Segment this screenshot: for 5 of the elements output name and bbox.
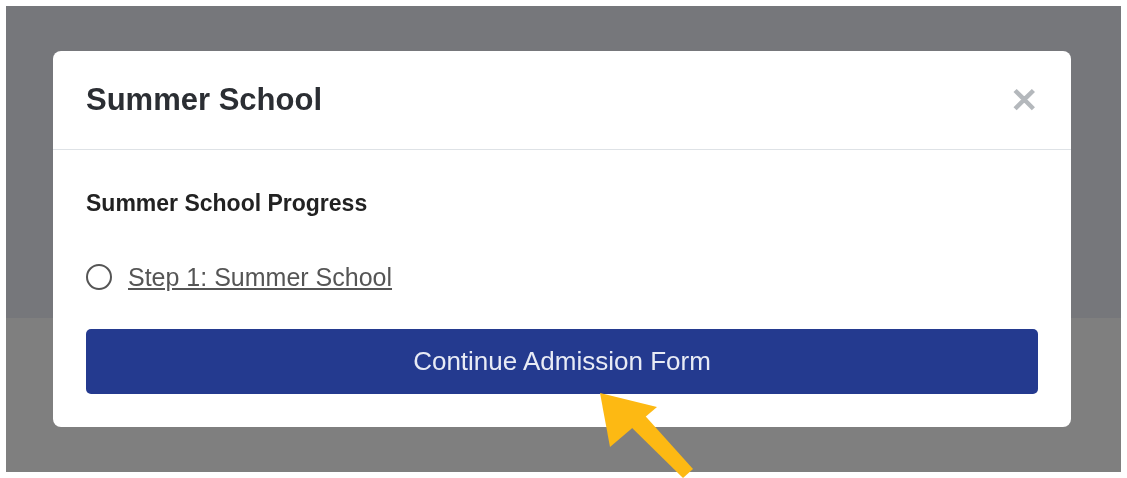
- section-title: Summer School Progress: [86, 189, 369, 218]
- continue-button[interactable]: Continue Admission Form: [86, 329, 1038, 394]
- modal-title: Summer School: [86, 80, 322, 119]
- step-link[interactable]: Step 1: Summer School: [128, 258, 392, 296]
- radio-button[interactable]: [86, 264, 112, 291]
